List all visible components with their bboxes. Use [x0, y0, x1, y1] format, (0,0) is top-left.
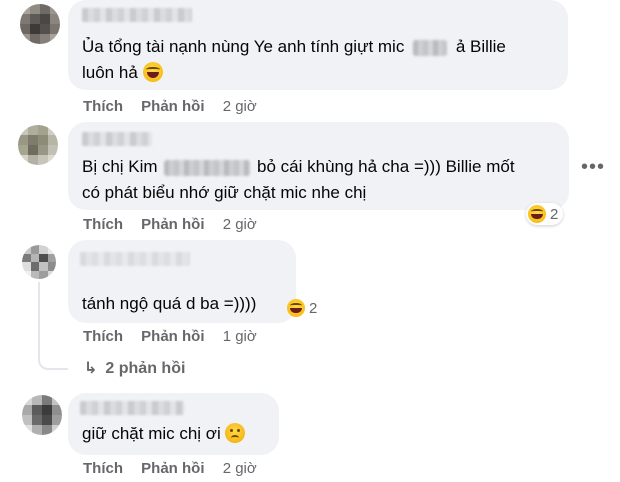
reply-arrow-icon: ↳	[84, 360, 98, 377]
commenter-name[interactable]	[82, 8, 192, 22]
reaction-count: 2	[309, 299, 318, 317]
like-link[interactable]: Thích	[83, 216, 123, 233]
reply-link[interactable]: Phản hồi	[141, 460, 204, 477]
comment-timestamp[interactable]: 2 giờ	[223, 98, 257, 115]
commenter-name[interactable]	[82, 132, 152, 146]
like-link[interactable]: Thích	[83, 98, 123, 115]
comment-timestamp[interactable]: 1 giờ	[223, 328, 257, 345]
comment-text-line-1: Bị chị Kim bỏ cái khùng hả cha =))) Bill…	[82, 157, 515, 176]
comment-actions: Thích Phản hồi 2 giờ	[83, 98, 257, 115]
reply-link[interactable]: Phản hồi	[141, 98, 204, 115]
laughing-emoji-icon	[528, 205, 546, 223]
redacted-text	[164, 159, 251, 176]
reply-link[interactable]: Phản hồi	[141, 328, 204, 345]
like-link[interactable]: Thích	[83, 328, 123, 345]
comment-actions: Thích Phản hồi 2 giờ	[83, 460, 257, 477]
laughing-emoji-icon	[287, 299, 305, 317]
thread-connector	[38, 282, 68, 370]
avatar[interactable]	[22, 395, 62, 435]
comment-text-line-1: giữ chặt mic chị ơi	[82, 421, 246, 447]
commenter-name[interactable]	[80, 401, 184, 415]
sad-emoji-icon	[225, 423, 246, 443]
comment-timestamp[interactable]: 2 giờ	[223, 216, 257, 233]
reaction-summary[interactable]: 2	[526, 203, 564, 225]
avatar[interactable]	[20, 4, 60, 44]
reaction-count: 2	[550, 205, 559, 223]
avatar[interactable]	[18, 125, 58, 165]
commenter-name[interactable]	[80, 252, 190, 266]
comment-text-line-2: luôn hả	[82, 60, 163, 86]
reaction-summary[interactable]: 2	[285, 297, 322, 319]
comment-bubble: Ủa tổng tài nạnh nùng Ye anh tính giựt m…	[68, 0, 568, 90]
comment-text-line-1: Ủa tổng tài nạnh nùng Ye anh tính giựt m…	[82, 37, 506, 56]
comment-actions: Thích Phản hồi 2 giờ	[83, 216, 257, 233]
comment-text-line-2: có phát biểu nhớ giữ chặt mic nhe chị	[82, 183, 367, 202]
laughing-emoji-icon	[142, 62, 163, 82]
redacted-text	[413, 39, 448, 56]
comment-bubble: Bị chị Kim bỏ cái khùng hả cha =))) Bill…	[68, 122, 569, 210]
comment-bubble: giữ chặt mic chị ơi	[68, 393, 279, 455]
like-link[interactable]: Thích	[83, 460, 123, 477]
comment-actions: Thích Phản hồi 1 giờ	[83, 328, 257, 345]
avatar[interactable]	[22, 245, 56, 279]
comment-timestamp[interactable]: 2 giờ	[223, 460, 257, 477]
comment-text-line-1: tánh ngộ quá d ba =))))	[82, 294, 257, 313]
comment-bubble: tánh ngộ quá d ba =))))	[68, 240, 296, 323]
reply-link[interactable]: Phản hồi	[141, 216, 204, 233]
more-options-icon[interactable]: •••	[580, 154, 606, 180]
view-replies-link[interactable]: ↳ 2 phản hồi	[84, 358, 185, 378]
